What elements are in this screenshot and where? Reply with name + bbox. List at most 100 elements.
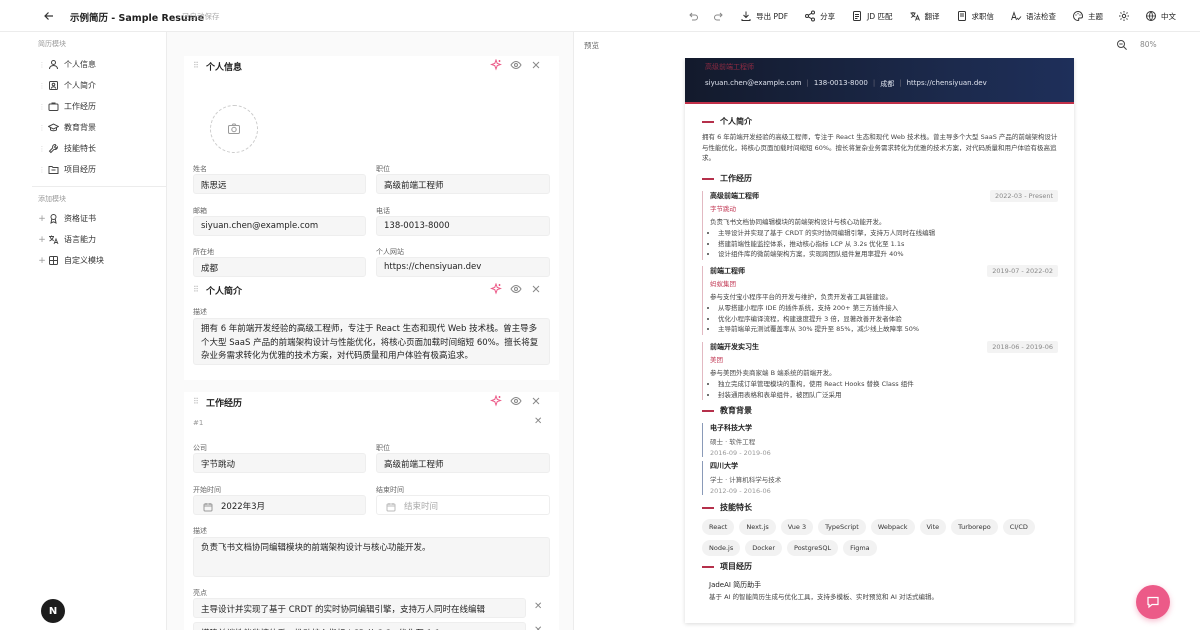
start-date-picker[interactable]: 2022年3月 [193, 495, 366, 515]
sidebar-item-skills[interactable]: ⋮ 技能特长 [36, 138, 96, 159]
drag-handle-icon[interactable]: ⠿ [193, 61, 199, 70]
save-status: 已自动保存 [182, 12, 220, 21]
degree-major: 硕士 · 软件工程 [710, 438, 756, 446]
share-button[interactable]: 分享 [796, 0, 843, 32]
section-title: 技能特长 [720, 503, 752, 512]
sidebar-item-work[interactable]: ⋮ 工作经历 [36, 96, 96, 117]
translate-button[interactable]: 翻译 [901, 0, 948, 32]
photo-upload[interactable] [210, 105, 258, 153]
sidebar-item-personal-info[interactable]: ⋮ 个人信息 [36, 54, 96, 75]
skill-chip: Docker [745, 540, 782, 556]
drag-handle-icon[interactable]: ⋮ [36, 82, 48, 90]
remove-highlight-icon[interactable]: ✕ [534, 601, 542, 612]
eye-icon[interactable] [510, 283, 522, 295]
summary-textarea[interactable]: 拥有 6 年前端开发经验的高级工程师，专注于 React 生态和现代 Web 技… [193, 318, 550, 365]
language-switch-button[interactable]: 中文 [1137, 0, 1184, 32]
ai-sparkle-icon[interactable] [490, 395, 502, 407]
top-bar: 示例简历 - Sample Resume 已自动保存 导出 PDF 分享 JD … [0, 0, 1200, 32]
position-label: 职位 [376, 165, 390, 173]
skill-chip: TypeScript [818, 519, 866, 535]
close-icon[interactable] [530, 283, 542, 295]
ai-sparkle-icon[interactable] [490, 59, 502, 71]
drag-handle-icon[interactable]: ⠿ [193, 285, 199, 294]
plus-icon: + [38, 234, 46, 245]
job-bullet: 搭建前端性能监控体系，推动核心指标 LCP 从 3.2s 优化至 1.1s [718, 239, 1058, 250]
translate-label: 翻译 [924, 11, 940, 21]
sidebar-divider [32, 186, 167, 187]
sidebar-item-label: 工作经历 [64, 102, 96, 111]
jd-match-button[interactable]: JD 匹配 [843, 0, 900, 32]
card-title: 工作经历 [206, 399, 243, 409]
gear-icon[interactable] [1111, 0, 1137, 32]
job-company: 蚂蚁集团 [710, 280, 736, 288]
job-position-input[interactable]: 高级前端工程师 [376, 453, 550, 473]
email-field[interactable]: siyuan.chen@example.com [193, 216, 366, 236]
degree-major: 学士 · 计算机科学与技术 [710, 476, 782, 484]
cover-letter-button[interactable]: 求职信 [948, 0, 1003, 32]
close-icon[interactable] [530, 59, 542, 71]
sidebar-item-projects[interactable]: ⋮ 项目经历 [36, 159, 96, 180]
sidebar-item-label: 自定义模块 [64, 256, 104, 265]
add-section-label: 添加模块 [38, 195, 66, 203]
card-header: ⠿ 工作经历 [184, 392, 559, 412]
drag-handle-icon[interactable]: ⋮ [36, 166, 48, 174]
website-input[interactable]: https://chensiyuan.dev [376, 257, 550, 277]
card-actions [490, 283, 542, 295]
preview-label: 预览 [584, 41, 599, 50]
drag-handle-icon[interactable]: ⋮ [36, 61, 48, 69]
ai-sparkle-icon[interactable] [490, 283, 502, 295]
add-custom-module-item[interactable]: + 自定义模块 [36, 250, 104, 271]
skill-chip: Node.js [702, 540, 741, 556]
skills-list: React Next.js Vue 3 TypeScript Webpack V… [702, 519, 1062, 556]
palette-icon [1072, 10, 1084, 22]
skill-chip: Webpack [870, 519, 915, 535]
eye-icon[interactable] [510, 395, 522, 407]
sidebar-item-summary[interactable]: ⋮ 个人简介 [36, 75, 96, 96]
job-date: 2022-03 - Present [989, 190, 1058, 202]
grammar-check-button[interactable]: 语法检查 [1002, 0, 1064, 32]
skill-chip: Next.js [739, 519, 776, 535]
email-label: 邮箱 [193, 207, 207, 215]
close-icon[interactable] [530, 395, 542, 407]
app-badge[interactable]: N [41, 599, 65, 623]
name-input[interactable]: 陈思远 [193, 174, 366, 194]
work-desc-textarea[interactable]: 负责飞书文档协同编辑模块的前端架构设计与核心功能开发。 [193, 537, 550, 577]
theme-button[interactable]: 主题 [1064, 0, 1111, 32]
add-languages-item[interactable]: + 语言能力 [36, 229, 104, 250]
company-input[interactable]: 字节跳动 [193, 453, 366, 473]
position-input[interactable]: 高级前端工程师 [376, 174, 550, 194]
highlight-input[interactable]: 主导设计并实现了基于 CRDT 的实时协同编辑引擎，支持万人同时在线编辑 [193, 598, 526, 618]
sidebar-item-education[interactable]: ⋮ 教育背景 [36, 117, 97, 138]
export-pdf-label: 导出 PDF [756, 11, 789, 21]
phone-field[interactable]: 138-0013-8000 [376, 216, 550, 236]
location-input[interactable]: 成都 [193, 257, 366, 277]
ai-chat-button[interactable] [1136, 585, 1170, 619]
zoom-out-icon[interactable] [1116, 39, 1128, 51]
drag-handle-icon[interactable]: ⋮ [36, 103, 48, 111]
work-card: ⠿ 工作经历 #1 ✕ 公司 字节跳动 职位 高级前端工程师 开始时间 2022… [184, 392, 559, 630]
resume-paper: 高级前端工程师 siyuan.chen@example.com | 138-00… [685, 58, 1074, 623]
drag-handle-icon[interactable]: ⠿ [193, 397, 199, 406]
drag-handle-icon[interactable]: ⋮ [36, 124, 48, 132]
job-bullet: 独立完成订单管理模块的重构，使用 React Hooks 替换 Class 组件 [718, 379, 1058, 390]
briefcase-icon [48, 101, 59, 112]
remove-entry-icon[interactable]: ✕ [534, 416, 542, 427]
back-arrow-icon[interactable] [42, 9, 56, 23]
highlight-input[interactable]: 搭建前端性能监控体系，推动核心指标 LCP 从 3.2s 优化至 1.1s [193, 622, 526, 630]
redo-icon[interactable] [706, 0, 732, 32]
skill-chip: Vue 3 [780, 519, 814, 535]
website-label: 个人网站 [376, 248, 404, 256]
section-title: 教育背景 [720, 406, 752, 415]
undo-icon[interactable] [680, 0, 706, 32]
eye-icon[interactable] [510, 59, 522, 71]
job-bullet: 封装通用表格和表单组件，被团队广泛采用 [718, 390, 1058, 401]
card-actions [490, 59, 542, 71]
award-icon [48, 213, 59, 224]
remove-highlight-icon[interactable]: ✕ [534, 625, 542, 630]
end-date-picker[interactable]: 结束时间 [376, 495, 550, 515]
drag-handle-icon[interactable]: ⋮ [36, 145, 48, 153]
job-bullets: 主导设计并实现了基于 CRDT 的实时协同编辑引擎，支持万人同时在线编辑 搭建前… [710, 228, 1058, 260]
banner-website: https://chensiyuan.dev [906, 79, 987, 87]
add-certificates-item[interactable]: + 资格证书 [36, 208, 104, 229]
export-pdf-button[interactable]: 导出 PDF [732, 0, 796, 32]
